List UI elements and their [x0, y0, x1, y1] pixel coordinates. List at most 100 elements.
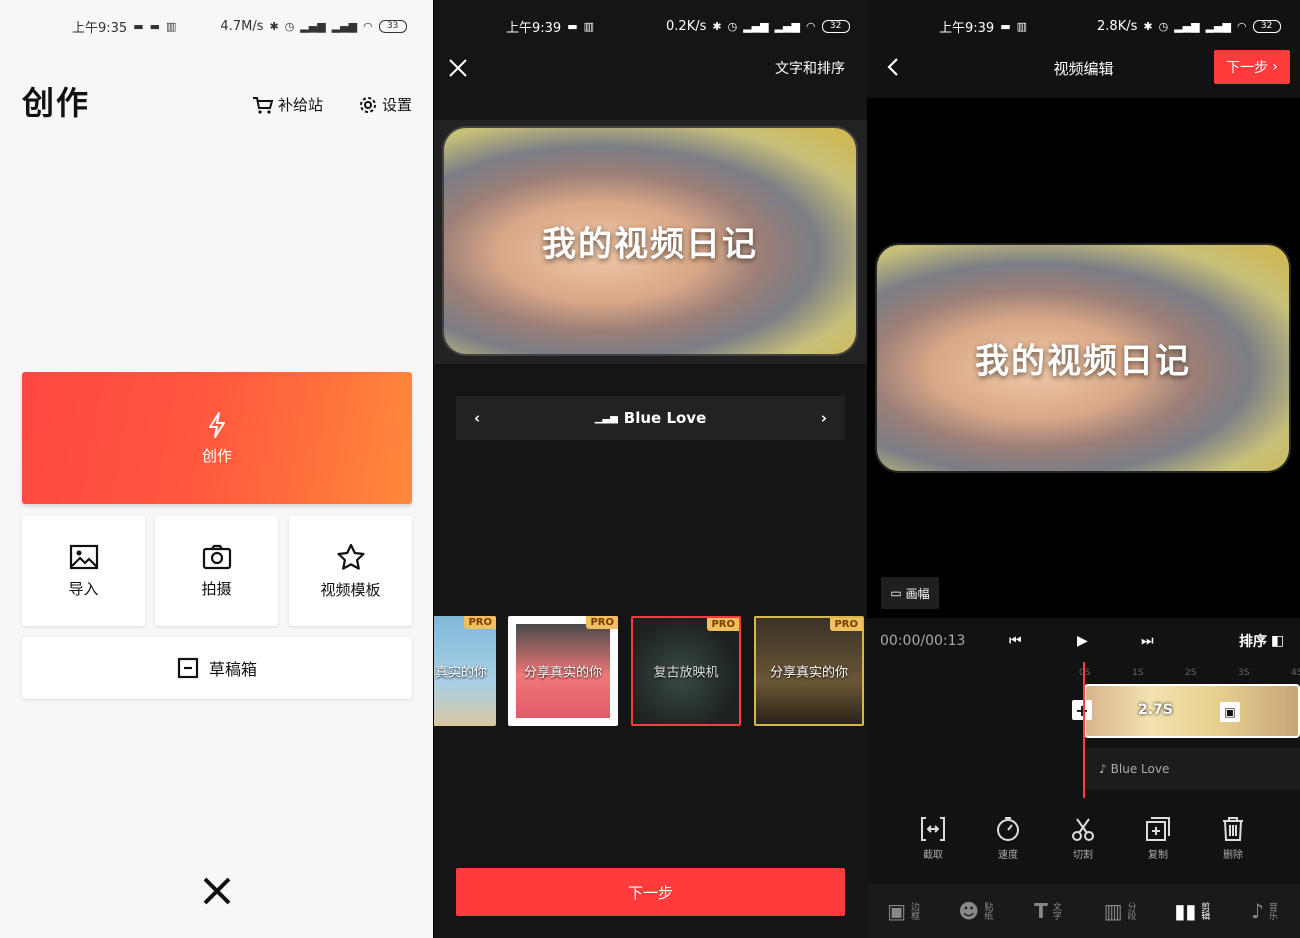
import-button[interactable]: 导入	[22, 516, 145, 626]
template-item[interactable]: PRO 分享真实的你	[508, 616, 618, 726]
split-label: 切割	[1073, 850, 1093, 861]
wifi-icon: ◠	[1236, 19, 1247, 33]
status-bar: 上午9:35 ▬ ▬ ▥ 4.7M/s ✱ ◷ ▂▄▆ ▂▄▆ ◠ 33	[72, 14, 407, 38]
pro-badge: PRO	[464, 616, 496, 629]
sort-button[interactable]: 排序 ◧	[1239, 620, 1284, 662]
play-icon[interactable]: ▶	[1077, 620, 1088, 662]
video-preview[interactable]: 我的视频日记	[877, 245, 1289, 471]
create-button[interactable]: 创作	[22, 372, 412, 504]
music-name: Blue Love	[623, 409, 707, 427]
transition-icon[interactable]: ▣	[1220, 702, 1240, 722]
tab-label: 分段	[1125, 902, 1136, 920]
split-tool[interactable]: 切割	[1058, 816, 1108, 861]
next-music-icon[interactable]: ›	[821, 409, 827, 427]
scissors-icon	[1072, 818, 1094, 841]
ruler-tick: 2S	[1185, 668, 1197, 678]
lightning-icon	[209, 411, 225, 438]
copy-icon	[1146, 817, 1170, 841]
template-button[interactable]: 视频模板	[289, 516, 412, 626]
video-clip[interactable]: 2.7S ▣	[1084, 684, 1300, 738]
tab-label: 文字	[1050, 902, 1061, 920]
status-bar: 上午9:39 ▬ ▥ 0.2K/s ✱ ◷ ▂▄▆ ▂▄▆ ◠ 32	[506, 14, 850, 38]
copy-label: 复制	[1148, 850, 1168, 861]
template-item[interactable]: PRO 真实的你	[434, 616, 496, 726]
signal-icon: ▂▄▆	[743, 19, 769, 33]
sticker-icon: ☻	[958, 899, 980, 923]
canvas-button[interactable]: ▭ 画幅	[881, 577, 939, 609]
alarm-icon: ◷	[284, 19, 295, 33]
store-button[interactable]: 补给站	[252, 94, 323, 115]
sort-label: 排序	[1239, 634, 1267, 650]
template-item[interactable]: PRO 分享真实的你	[754, 616, 864, 726]
tab-edit[interactable]: ▮▮ 剪辑	[1156, 884, 1228, 938]
canvas-icon: ▭	[890, 586, 902, 600]
message-icon: ▬	[1000, 19, 1011, 33]
add-clip-button[interactable]: +	[1072, 700, 1092, 720]
trash-icon: ▥	[583, 19, 595, 33]
audio-track[interactable]: ♪ Blue Love	[1085, 748, 1300, 790]
playhead[interactable]	[1083, 662, 1085, 798]
signal-icon: ▂▄▆	[1205, 19, 1231, 33]
skip-end-icon[interactable]: ⏭	[1141, 620, 1154, 662]
alarm-icon: ◷	[727, 19, 738, 33]
speed-label: 速度	[998, 850, 1018, 861]
skip-start-icon[interactable]: ⏮	[1009, 620, 1022, 662]
bluetooth-icon: ✱	[1143, 19, 1153, 33]
tab-text[interactable]: T 文字	[1011, 884, 1083, 938]
prev-music-icon[interactable]: ‹	[474, 409, 480, 427]
battery-icon: 32	[1252, 19, 1281, 33]
copy-tool[interactable]: 复制	[1133, 816, 1183, 861]
video-edit-screen: 上午9:39 ▬ ▥ 2.8K/s ✱ ◷ ▂▄▆ ▂▄▆ ◠ 32 视频编辑 …	[867, 0, 1300, 938]
tab-music[interactable]: ♪ 音乐	[1228, 884, 1300, 938]
bluetooth-icon: ✱	[712, 19, 722, 33]
signal-icon: ▂▄▆	[774, 19, 800, 33]
tab-segment[interactable]: ▥ 分段	[1084, 884, 1156, 938]
close-icon[interactable]	[448, 58, 468, 78]
settings-button[interactable]: 设置	[358, 94, 412, 115]
drafts-label: 草稿箱	[208, 660, 257, 679]
shoot-button[interactable]: 拍摄	[155, 516, 278, 626]
video-caption: 我的视频日记	[975, 341, 1191, 382]
signal-icon: ▂▄▆	[331, 19, 358, 33]
delete-tool[interactable]: 删除	[1208, 816, 1258, 861]
alarm-icon: ◷	[1158, 19, 1169, 33]
edit-icon: ▮▮	[1174, 899, 1197, 923]
trim-tool[interactable]: 截取	[908, 816, 958, 861]
wifi-icon: ◠	[805, 19, 816, 33]
trim-label: 截取	[923, 850, 943, 861]
video-caption: 我的视频日记	[542, 224, 758, 265]
sort-icon: ◧	[1271, 633, 1285, 649]
drafts-button[interactable]: 草稿箱	[22, 637, 412, 699]
pro-badge: PRO	[586, 616, 618, 629]
trash-icon: ▥	[166, 19, 177, 33]
tab-sticker[interactable]: ☻ 贴纸	[939, 884, 1011, 938]
cart-icon	[253, 96, 274, 114]
template-label: 视频模板	[320, 580, 381, 599]
message-icon: ▬	[149, 19, 161, 33]
clip-duration: 2.7S	[1138, 702, 1173, 718]
chevron-right-icon: ›	[1272, 59, 1278, 75]
page-title: 创作	[22, 84, 91, 122]
create-label: 创作	[201, 446, 232, 465]
trim-icon	[921, 817, 945, 841]
music-selector[interactable]: ‹ ▁▃▅ Blue Love ›	[456, 396, 845, 440]
tab-border[interactable]: ▣ 边框	[867, 884, 939, 938]
image-icon	[69, 544, 98, 569]
trash-icon	[1223, 817, 1243, 841]
text-icon: T	[1034, 899, 1048, 923]
wifi-icon: ◠	[363, 19, 373, 33]
status-time: 上午9:39	[939, 20, 995, 36]
bottom-tab-bar: ▣ 边框 ☻ 贴纸 T 文字 ▥ 分段 ▮▮ 剪辑 ♪ 音乐	[867, 884, 1300, 938]
signal-icon: ▂▄▆	[1174, 19, 1200, 33]
speed-tool[interactable]: 速度	[983, 816, 1033, 861]
video-preview[interactable]: 我的视频日记	[444, 128, 856, 354]
battery-icon: 33	[378, 19, 407, 33]
music-note-icon: ♪	[1099, 762, 1107, 776]
template-item-selected[interactable]: PRO 复古放映机	[631, 616, 741, 726]
gear-icon	[360, 96, 376, 113]
text-sort-title[interactable]: 文字和排序	[775, 58, 845, 78]
next-button[interactable]: 下一步	[456, 868, 845, 916]
next-button[interactable]: 下一步 ›	[1214, 50, 1290, 84]
close-icon[interactable]	[199, 873, 235, 909]
home-screen: 上午9:35 ▬ ▬ ▥ 4.7M/s ✱ ◷ ▂▄▆ ▂▄▆ ◠ 33 创作 …	[0, 0, 433, 938]
